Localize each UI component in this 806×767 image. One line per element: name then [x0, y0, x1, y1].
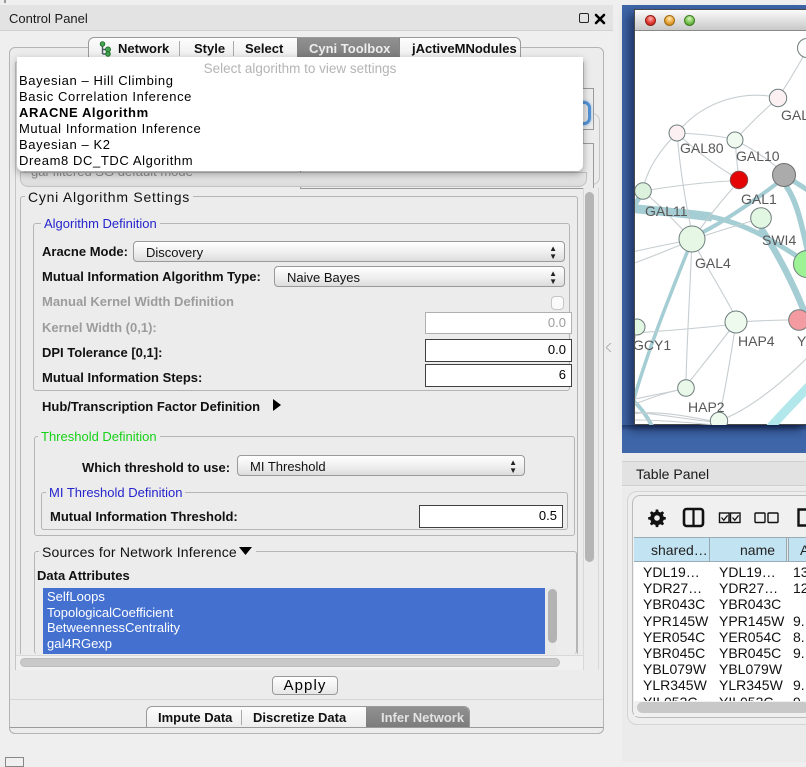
- svg-text:Y: Y: [797, 333, 806, 349]
- svg-text:GAL1: GAL1: [741, 191, 777, 207]
- svg-text:HAP2: HAP2: [688, 399, 725, 415]
- svg-text:HAP4: HAP4: [738, 333, 775, 349]
- svg-text:SWI4: SWI4: [762, 232, 796, 248]
- svg-text:GAL4: GAL4: [695, 255, 731, 271]
- svg-text:GCY1: GCY1: [635, 337, 671, 353]
- svg-text:GAL11: GAL11: [645, 203, 688, 219]
- svg-text:GAL10: GAL10: [736, 148, 780, 164]
- svg-text:GAL80: GAL80: [680, 140, 724, 156]
- svg-text:GAL: GAL: [781, 107, 806, 123]
